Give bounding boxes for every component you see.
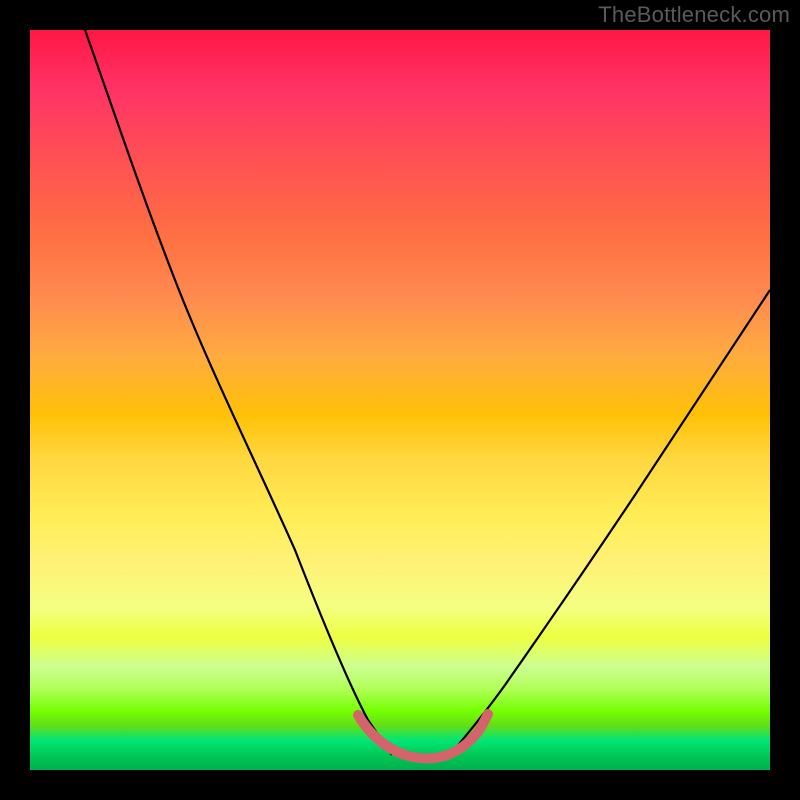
bottom-arc — [358, 714, 488, 758]
chart-frame: TheBottleneck.com — [0, 0, 800, 800]
watermark-text: TheBottleneck.com — [598, 2, 790, 28]
right-curve — [450, 290, 770, 755]
curve-layer — [30, 30, 770, 770]
left-curve — [85, 30, 392, 755]
plot-area — [30, 30, 770, 770]
